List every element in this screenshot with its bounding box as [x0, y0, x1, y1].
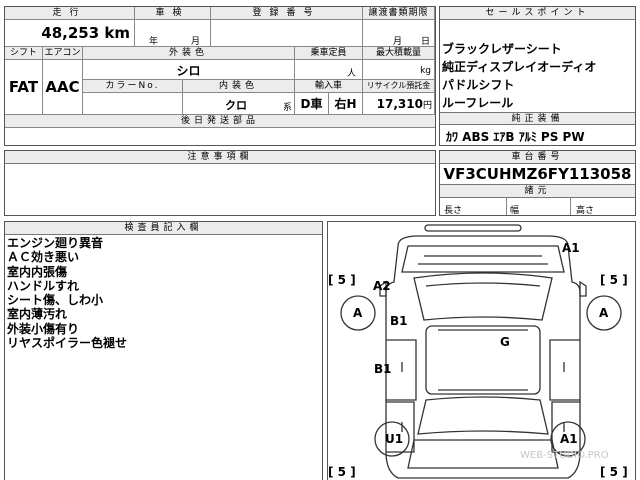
- inspection-value: 年 月: [135, 20, 211, 47]
- dims-divider-1: [506, 198, 507, 215]
- inspector-note: ハンドルすれ: [7, 278, 80, 293]
- inspection-month: 月: [191, 37, 201, 47]
- later-docs-label: 後日発送部品: [5, 115, 435, 128]
- sales-point-item: 純正ディスプレイオーディオ: [442, 60, 597, 74]
- genuine-equipment-header: 純正装備: [440, 112, 635, 125]
- transfer-label: 譲渡書類期限: [363, 7, 435, 20]
- recycle-unit: 円: [422, 101, 432, 111]
- inspector-note: リヤスポイラー色褪せ: [7, 336, 128, 351]
- color-no-label: カラーNo.: [83, 80, 183, 93]
- interior-suffix: 系: [282, 103, 292, 113]
- recycle-label: リサイクル預託金: [363, 80, 435, 93]
- shift-value: FAT: [5, 60, 43, 115]
- mark-b1-upper: B1: [390, 314, 408, 328]
- inspector-notes: エンジン廻り異音 ＡＣ効き悪い 室内内張傷 ハンドルすれ シート傷、しわ小 室内…: [7, 236, 127, 350]
- caution-header: 注意事項欄: [5, 151, 435, 164]
- handle-text: 右H: [334, 97, 357, 111]
- sales-point-item: パドルシフト: [442, 78, 515, 92]
- ac-value: AAC: [43, 60, 83, 115]
- handle-value: 右H: [329, 93, 363, 115]
- inspection-label: 車検: [135, 7, 211, 20]
- inspector-note: 外装小傷有り: [7, 321, 80, 336]
- mark-g: G: [500, 335, 510, 349]
- transfer-month: 月: [393, 37, 403, 47]
- mileage-text: 48,253 km: [41, 24, 130, 42]
- interior-text: クロ: [225, 99, 247, 112]
- import-text: D車: [300, 97, 323, 111]
- mark-u1: U1: [385, 432, 403, 446]
- mark-a1-top: A1: [562, 241, 580, 255]
- max-load-label: 最大積載量: [363, 47, 435, 60]
- shift-label: シフト: [5, 47, 43, 60]
- import-value: D車: [295, 93, 329, 115]
- inspector-note: ＡＣ効き悪い: [7, 250, 80, 265]
- sales-point-item: ブラックレザーシート: [442, 42, 562, 56]
- length-label: 長さ: [444, 206, 463, 216]
- transfer-day: 日: [421, 37, 431, 47]
- recycle-text: 17,310: [376, 97, 423, 111]
- dims-divider-2: [570, 198, 571, 215]
- interior-value: クロ 系: [183, 93, 295, 115]
- mileage-value: 48,253 km: [5, 20, 135, 47]
- dims-header: 諸元: [440, 185, 635, 198]
- mark-a2: A2: [373, 279, 391, 293]
- exterior-text: シロ: [176, 64, 201, 78]
- max-load-unit: kg: [420, 66, 431, 76]
- ac-label: エアコン: [43, 47, 83, 60]
- sales-points-list: ブラックレザーシート 純正ディスプレイオーディオ パドルシフト ルーフレール: [442, 40, 634, 112]
- capacity-value: 人: [295, 60, 363, 80]
- tire-mark-br: [ 5 ]: [600, 465, 628, 479]
- inspector-note: 室内内張傷: [7, 264, 68, 279]
- chassis-header: 車台番号: [440, 151, 635, 164]
- sales-points-header: セールスポイント: [440, 7, 635, 20]
- inspector-note: エンジン廻り異音: [7, 236, 104, 250]
- mark-a1-bottom: A1: [560, 432, 578, 446]
- width-label: 幅: [510, 206, 520, 216]
- tire-mark-tr: [ 5 ]: [600, 273, 628, 287]
- capacity-label: 乗車定員: [295, 47, 363, 60]
- registration-label: 登録番号: [211, 7, 363, 20]
- capacity-unit: 人: [346, 69, 356, 79]
- inspection-year: 年: [149, 37, 159, 47]
- mark-b1-lower: B1: [374, 362, 392, 376]
- tire-mark-bl: [ 5 ]: [328, 465, 356, 479]
- max-load-value: kg: [363, 60, 435, 80]
- inspector-note: シート傷、しわ小: [7, 293, 104, 308]
- mileage-label: 走行: [5, 7, 135, 20]
- exterior-label: 外装色: [83, 47, 295, 60]
- interior-label: 内装色: [183, 80, 295, 93]
- tire-mark-tl: [ 5 ]: [328, 273, 356, 287]
- genuine-equipment-value: ｶﾜ ABS ｴｱB ｱﾙﾐ PS PW: [446, 130, 585, 144]
- mark-a-left: A: [353, 306, 363, 320]
- sales-point-item: ルーフレール: [442, 96, 514, 110]
- height-label: 高さ: [576, 206, 595, 216]
- exterior-value: シロ: [83, 60, 295, 80]
- transfer-value: 月 日: [363, 20, 435, 47]
- import-label: 輸入車: [295, 80, 363, 93]
- color-no-value: [83, 93, 183, 115]
- inspector-note: 室内薄汚れ: [7, 307, 68, 322]
- chassis-value: VF3CUHMZ6FY113058: [440, 164, 635, 185]
- car-diagram: A1 A2 B1 G B1 A A U1 A1 [ 5 ] [ 5 ] [ 5 …: [328, 224, 628, 479]
- mark-a-right: A: [599, 306, 609, 320]
- recycle-value: 17,310円: [363, 93, 435, 115]
- watermark: WEB-STUDIO.PRO: [520, 450, 609, 461]
- inspector-header: 検査員記入欄: [5, 222, 322, 235]
- registration-value: [211, 20, 363, 47]
